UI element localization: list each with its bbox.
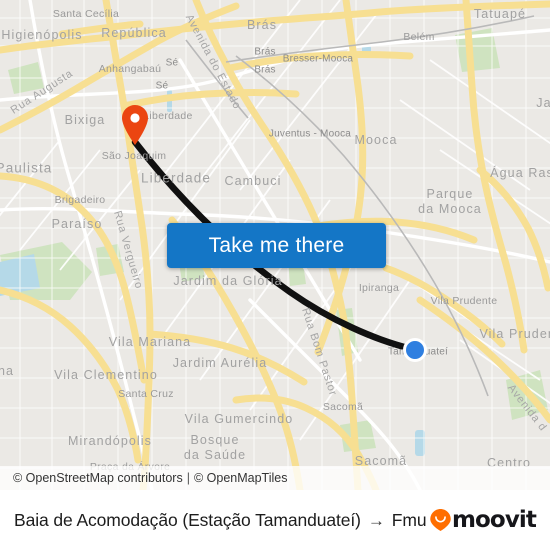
attribution-osm[interactable]: © OpenStreetMap contributors: [13, 471, 183, 485]
arrow-right-icon: →: [367, 510, 385, 530]
moovit-logo[interactable]: moovit: [430, 507, 537, 533]
take-me-there-label: Take me there: [208, 233, 345, 257]
trip-route-text: Baia de Acomodação (Estação Tamanduateí)…: [14, 509, 427, 531]
origin-pin-icon[interactable]: [122, 105, 148, 145]
take-me-there-button[interactable]: Take me there: [167, 223, 386, 268]
moovit-pin-icon: [430, 509, 451, 531]
trip-origin-label: Baia de Acomodação (Estação Tamanduateí): [14, 509, 361, 530]
moovit-trip-map-screen: Santa Cecília República Higienópolis Brás Ta…: [0, 0, 550, 550]
attribution-omt[interactable]: © OpenMapTiles: [194, 471, 288, 485]
map-canvas[interactable]: Santa Cecília República Higienópolis Brás Ta…: [0, 0, 550, 490]
moovit-wordmark: moovit: [451, 507, 537, 533]
trip-footer: Baia de Acomodação (Estação Tamanduateí)…: [0, 490, 550, 550]
trip-destination-label: Fmu: [391, 509, 427, 530]
destination-dot[interactable]: [403, 338, 427, 362]
attribution-separator: |: [186, 471, 190, 485]
map-attribution: © OpenStreetMap contributors | © OpenMap…: [0, 466, 550, 490]
